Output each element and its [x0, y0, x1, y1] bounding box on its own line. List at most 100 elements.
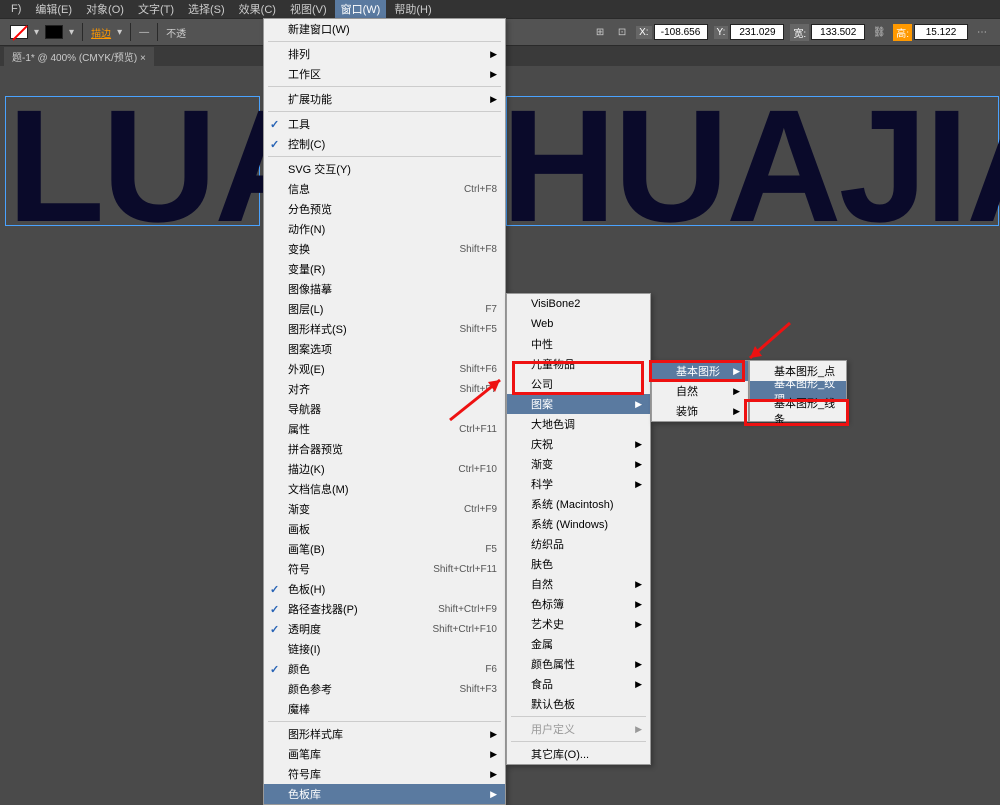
menu-item[interactable]: 大地色调 — [507, 414, 650, 434]
close-icon[interactable]: × — [140, 53, 146, 64]
menubar-item[interactable]: 编辑(E) — [29, 0, 78, 19]
menu-item[interactable]: ✓路径查找器(P)Shift+Ctrl+F9 — [264, 599, 505, 619]
menu-item[interactable]: 默认色板 — [507, 694, 650, 714]
menubar-item[interactable]: 对象(O) — [80, 0, 130, 19]
menu-item[interactable]: VisiBone2 — [507, 294, 650, 314]
menubar-item[interactable]: 视图(V) — [284, 0, 333, 19]
menu-item[interactable]: 图案选项 — [264, 339, 505, 359]
menu-item[interactable]: 变换Shift+F8 — [264, 239, 505, 259]
menu-item[interactable]: ✓透明度Shift+Ctrl+F10 — [264, 619, 505, 639]
menu-item[interactable]: 艺术史▶ — [507, 614, 650, 634]
menu-item[interactable]: Web — [507, 314, 650, 334]
submenu-arrow-icon: ▶ — [490, 749, 497, 760]
menu-item[interactable]: 其它库(O)... — [507, 744, 650, 764]
h-input[interactable] — [914, 24, 968, 40]
menu-item[interactable]: 动作(N) — [264, 219, 505, 239]
document-tab[interactable]: 题-1* @ 400% (CMYK/预览) × — [4, 47, 154, 66]
menu-item[interactable]: 外观(E)Shift+F6 — [264, 359, 505, 379]
menu-item[interactable]: 属性Ctrl+F11 — [264, 419, 505, 439]
y-input[interactable] — [730, 24, 784, 40]
menu-item[interactable]: 科学▶ — [507, 474, 650, 494]
menu-item[interactable]: ✓颜色F6 — [264, 659, 505, 679]
stroke-link[interactable]: 描边 — [91, 25, 111, 40]
menu-item[interactable]: 公司 — [507, 374, 650, 394]
menu-item[interactable]: 自然▶ — [507, 574, 650, 594]
menu-item[interactable]: 色板库▶ — [264, 784, 505, 804]
menu-item[interactable]: 新建窗口(W) — [264, 19, 505, 39]
link-icon[interactable]: ⛓ — [871, 24, 887, 40]
menu-item[interactable]: 金属 — [507, 634, 650, 654]
menu-item[interactable]: 食品▶ — [507, 674, 650, 694]
menubar-item[interactable]: 效果(C) — [233, 0, 282, 19]
menu-item[interactable]: 色标簿▶ — [507, 594, 650, 614]
menu-item[interactable]: 魔棒 — [264, 699, 505, 719]
chevron-down-icon[interactable]: ▾ — [69, 27, 74, 38]
menubar-item[interactable]: 文字(T) — [132, 0, 180, 19]
menu-item[interactable]: 图像描摹 — [264, 279, 505, 299]
menu-item[interactable]: 扩展功能▶ — [264, 89, 505, 109]
menu-item[interactable]: 基本图形_线条 — [750, 401, 846, 421]
menu-item[interactable]: 画板 — [264, 519, 505, 539]
menu-item[interactable]: 拼合器预览 — [264, 439, 505, 459]
stroke-weight[interactable]: ▾ — [117, 27, 122, 38]
menu-item[interactable]: 图形样式(S)Shift+F5 — [264, 319, 505, 339]
menu-item[interactable]: 对齐Shift+F7 — [264, 379, 505, 399]
menu-item[interactable]: 画笔(B)F5 — [264, 539, 505, 559]
submenu-arrow-icon: ▶ — [490, 94, 497, 105]
menu-item[interactable]: ✓工具 — [264, 114, 505, 134]
menu-item[interactable]: 信息Ctrl+F8 — [264, 179, 505, 199]
menu-item[interactable]: 颜色参考Shift+F3 — [264, 679, 505, 699]
menu-item[interactable]: 变量(R) — [264, 259, 505, 279]
submenu-arrow-icon: ▶ — [733, 406, 740, 417]
menu-item[interactable]: 纺织品 — [507, 534, 650, 554]
menu-item[interactable]: ✓色板(H) — [264, 579, 505, 599]
stroke-swatch[interactable] — [45, 25, 63, 39]
align-icon[interactable]: ⊞ — [592, 24, 608, 40]
w-input[interactable] — [811, 24, 865, 40]
x-input[interactable] — [654, 24, 708, 40]
menu-item[interactable]: 图形样式库▶ — [264, 724, 505, 744]
more-icon[interactable]: ⋯ — [974, 24, 990, 40]
menu-item[interactable]: 肤色 — [507, 554, 650, 574]
menu-item[interactable]: 图层(L)F7 — [264, 299, 505, 319]
submenu-arrow-icon: ▶ — [733, 386, 740, 397]
submenu-arrow-icon: ▶ — [635, 399, 642, 410]
menu-bar: F)编辑(E)对象(O)文字(T)选择(S)效果(C)视图(V)窗口(W)帮助(… — [0, 0, 1000, 18]
menu-item[interactable]: 文档信息(M) — [264, 479, 505, 499]
menu-item[interactable]: 颜色属性▶ — [507, 654, 650, 674]
menubar-item[interactable]: 帮助(H) — [388, 0, 437, 19]
menu-item[interactable]: ✓控制(C) — [264, 134, 505, 154]
menu-item[interactable]: 中性 — [507, 334, 650, 354]
menu-item[interactable]: 系统 (Macintosh) — [507, 494, 650, 514]
menu-item[interactable]: 描边(K)Ctrl+F10 — [264, 459, 505, 479]
menu-item[interactable]: 排列▶ — [264, 44, 505, 64]
menu-item[interactable]: 符号库▶ — [264, 764, 505, 784]
menu-item[interactable]: SVG 交互(Y) — [264, 159, 505, 179]
menubar-item[interactable]: 窗口(W) — [335, 0, 387, 19]
menu-item[interactable]: 链接(I) — [264, 639, 505, 659]
menu-item[interactable]: 导航器 — [264, 399, 505, 419]
dash-dropdown[interactable]: — — [139, 27, 149, 38]
menu-item[interactable]: 自然▶ — [652, 381, 748, 401]
chevron-down-icon[interactable]: ▾ — [34, 27, 39, 38]
menu-item[interactable]: 儿童物品 — [507, 354, 650, 374]
submenu-arrow-icon: ▶ — [635, 724, 642, 735]
menu-item[interactable]: 工作区▶ — [264, 64, 505, 84]
menu-item[interactable]: 渐变▶ — [507, 454, 650, 474]
menu-item[interactable]: 庆祝▶ — [507, 434, 650, 454]
fill-swatch[interactable] — [10, 25, 28, 39]
pattern-submenu: 基本图形▶自然▶装饰▶ — [651, 360, 749, 422]
menu-item[interactable]: 渐变Ctrl+F9 — [264, 499, 505, 519]
submenu-arrow-icon: ▶ — [490, 789, 497, 800]
menu-item[interactable]: 符号Shift+Ctrl+F11 — [264, 559, 505, 579]
menubar-item[interactable]: F) — [5, 1, 27, 17]
menu-item[interactable]: 分色预览 — [264, 199, 505, 219]
menu-item[interactable]: 图案▶ — [507, 394, 650, 414]
menu-item[interactable]: 画笔库▶ — [264, 744, 505, 764]
submenu-arrow-icon: ▶ — [733, 366, 740, 377]
transform-icon[interactable]: ⊡ — [614, 24, 630, 40]
menu-item[interactable]: 系统 (Windows) — [507, 514, 650, 534]
menu-item[interactable]: 装饰▶ — [652, 401, 748, 421]
menubar-item[interactable]: 选择(S) — [182, 0, 231, 19]
menu-item[interactable]: 基本图形▶ — [652, 361, 748, 381]
